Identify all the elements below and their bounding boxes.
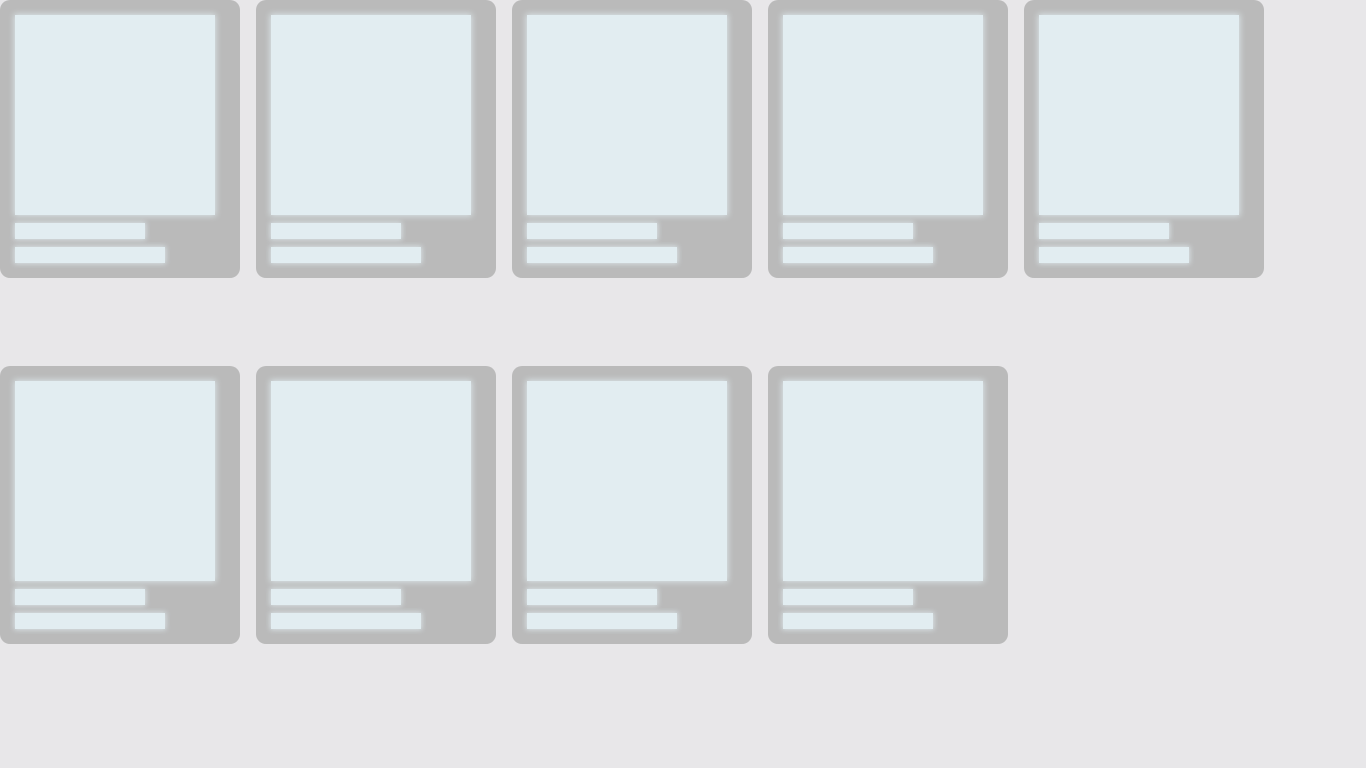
skeleton-title-line — [783, 223, 913, 239]
skeleton-title-line — [271, 223, 401, 239]
skeleton-subtitle-line — [15, 613, 165, 629]
skeleton-thumbnail — [783, 381, 983, 581]
skeleton-thumbnail — [15, 381, 215, 581]
skeleton-card — [256, 0, 496, 278]
skeleton-subtitle-line — [527, 613, 677, 629]
skeleton-card — [0, 0, 240, 278]
skeleton-title-line — [783, 589, 913, 605]
skeleton-title-line — [527, 589, 657, 605]
skeleton-card — [768, 0, 1008, 278]
skeleton-subtitle-line — [527, 247, 677, 263]
skeleton-card — [0, 366, 240, 644]
skeleton-thumbnail — [527, 15, 727, 215]
skeleton-subtitle-line — [271, 613, 421, 629]
skeleton-title-line — [527, 223, 657, 239]
skeleton-subtitle-line — [783, 613, 933, 629]
skeleton-thumbnail — [15, 15, 215, 215]
skeleton-subtitle-line — [271, 247, 421, 263]
skeleton-thumbnail — [783, 15, 983, 215]
skeleton-subtitle-line — [783, 247, 933, 263]
skeleton-thumbnail — [1039, 15, 1239, 215]
skeleton-thumbnail — [271, 381, 471, 581]
skeleton-card — [512, 366, 752, 644]
skeleton-card — [256, 366, 496, 644]
skeleton-card — [768, 366, 1008, 644]
skeleton-card — [1024, 0, 1264, 278]
skeleton-thumbnail — [271, 15, 471, 215]
skeleton-thumbnail — [527, 381, 727, 581]
skeleton-title-line — [15, 223, 145, 239]
skeleton-title-line — [15, 589, 145, 605]
skeleton-title-line — [1039, 223, 1169, 239]
skeleton-card — [512, 0, 752, 278]
skeleton-card-grid — [0, 0, 1366, 768]
skeleton-subtitle-line — [15, 247, 165, 263]
skeleton-subtitle-line — [1039, 247, 1189, 263]
skeleton-title-line — [271, 589, 401, 605]
